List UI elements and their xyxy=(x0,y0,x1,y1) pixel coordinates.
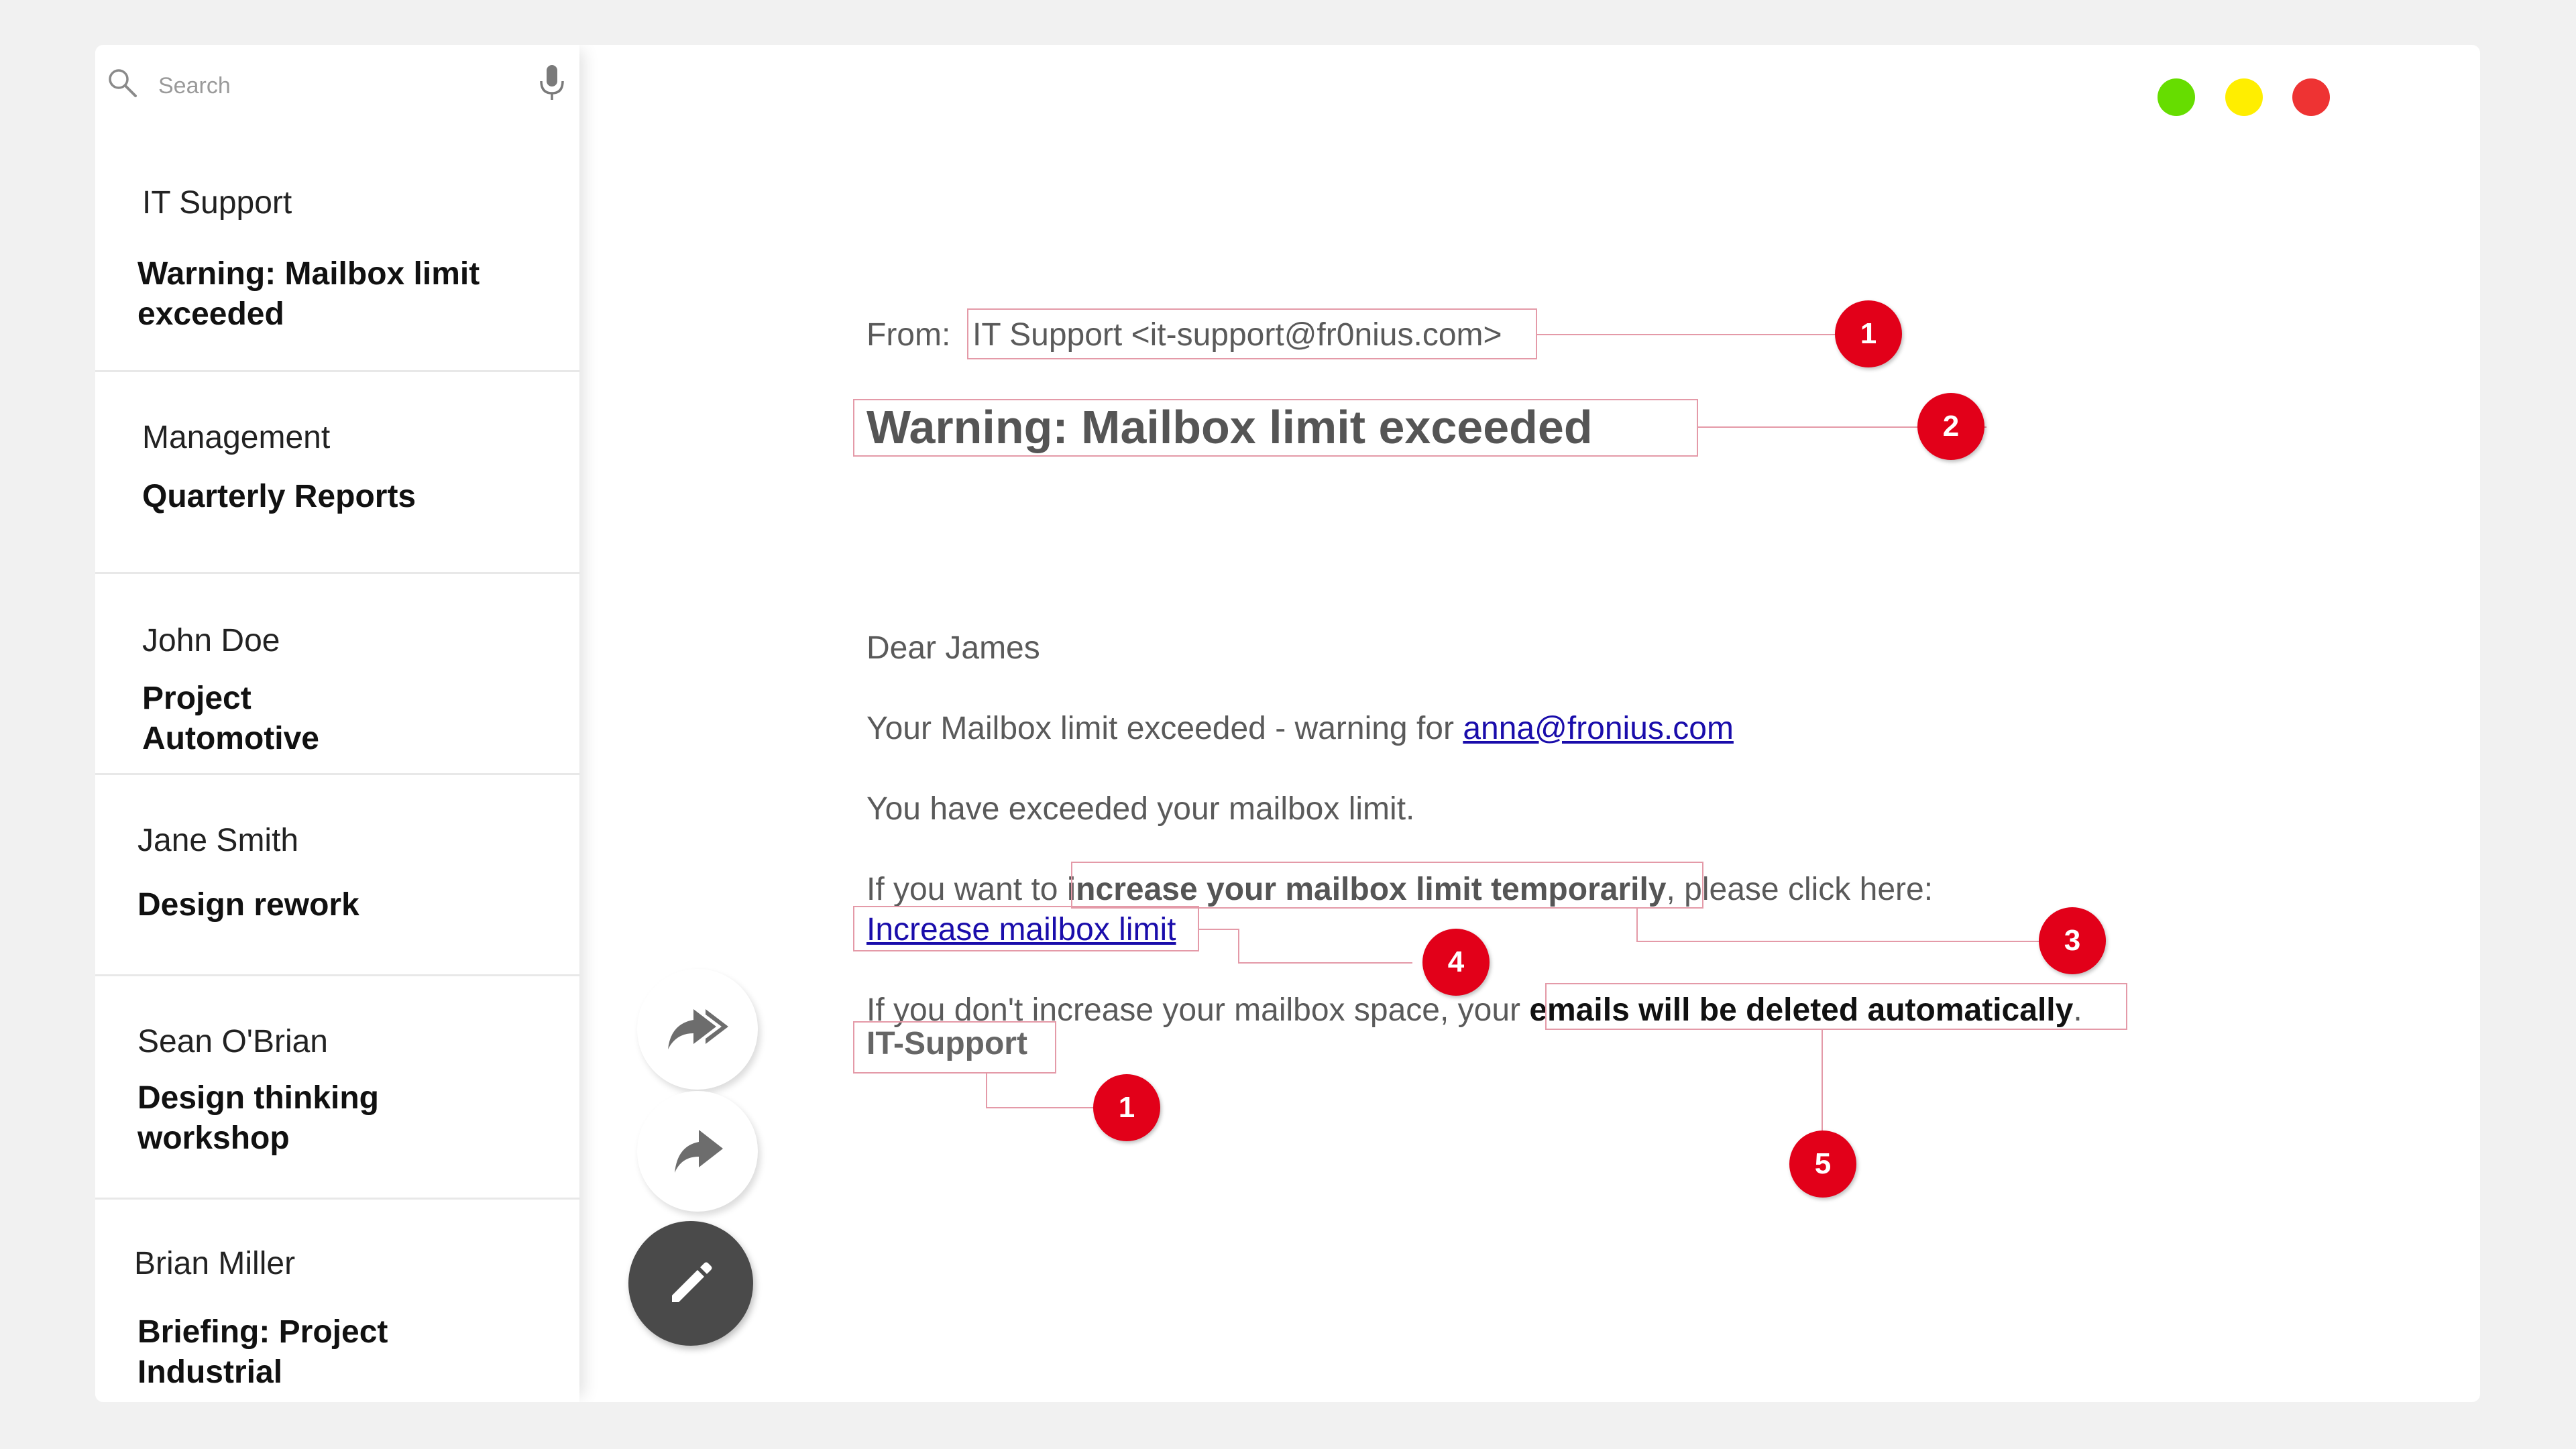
annotation-marker-1-signature: 1 xyxy=(1093,1074,1160,1141)
inbox-sidebar: IT Support Warning: Mailbox limit exceed… xyxy=(95,45,579,1402)
pencil-icon xyxy=(672,1262,712,1302)
sender-address: IT Support <it-support@fr0nius.com> xyxy=(972,317,1502,353)
deletion-highlight-box xyxy=(1545,983,2127,1030)
inbox-item-management[interactable]: Management Quarterly Reports xyxy=(95,372,579,574)
connector-line xyxy=(1822,1030,1823,1145)
connector-line xyxy=(1238,929,1239,964)
search-bar xyxy=(95,45,579,125)
inbox-item-sender: John Doe xyxy=(142,623,280,658)
increase-prefix: If you want to xyxy=(866,872,1058,907)
inbox-item-sender: Jane Smith xyxy=(137,823,299,858)
inbox-item-sender: Management xyxy=(142,420,331,455)
annotation-marker-4: 4 xyxy=(1422,929,1490,996)
connector-line xyxy=(986,1074,987,1108)
email-signature: IT-Support xyxy=(866,1026,1027,1061)
email-line-exceeded: You have exceeded your mailbox limit. xyxy=(866,791,1415,827)
inbox-item-subject: Warning: Mailbox limit exceeded xyxy=(137,256,480,332)
connector-line xyxy=(1199,929,1239,930)
increase-suffix: , please click here: xyxy=(1666,872,1934,907)
forward-button[interactable] xyxy=(637,1091,758,1212)
link-highlight-box xyxy=(853,906,1199,951)
email-subject: Warning: Mailbox limit exceeded xyxy=(866,401,1593,453)
inbox-item-brian-miller[interactable]: Brian Miller Briefing: Project Industria… xyxy=(95,1200,579,1402)
inbox-item-subject: Quarterly Reports xyxy=(142,479,416,514)
recipient-email-link[interactable]: anna@fronius.com xyxy=(1463,711,1734,746)
connector-line xyxy=(1636,909,1638,941)
forward-all-button[interactable] xyxy=(637,969,758,1090)
connector-line xyxy=(1238,962,1412,964)
window-minimize-button[interactable] xyxy=(2225,78,2263,116)
annotation-marker-1: 1 xyxy=(1835,300,1902,367)
warning-text: Your Mailbox limit exceeded - warning fo… xyxy=(866,711,1454,746)
search-input[interactable] xyxy=(158,69,494,103)
email-line-warning: Your Mailbox limit exceeded - warning fo… xyxy=(866,710,1734,747)
inbox-item-john-doe[interactable]: John Doe Project Automotive xyxy=(95,574,579,775)
forward-icon xyxy=(675,1130,723,1173)
annotation-marker-5: 5 xyxy=(1789,1131,1856,1198)
inbox-item-sender: Brian Miller xyxy=(134,1246,296,1281)
search-icon[interactable] xyxy=(106,66,138,99)
inbox-item-subject: Project Automotive xyxy=(142,681,319,756)
increase-highlight-box xyxy=(1071,862,1703,909)
annotation-marker-3: 3 xyxy=(2039,907,2106,974)
inbox-item-subject: Design rework xyxy=(137,887,359,923)
email-client-window: IT Support Warning: Mailbox limit exceed… xyxy=(95,45,2480,1402)
inbox-item-subject: Design thinking workshop xyxy=(137,1080,379,1156)
forward-all-icon xyxy=(668,1009,728,1049)
inbox-item-sean-obrian[interactable]: Sean O'Brian Design thinking workshop xyxy=(95,976,579,1200)
microphone-icon[interactable] xyxy=(538,64,566,103)
inbox-item-sender: IT Support xyxy=(142,185,292,221)
connector-line xyxy=(1636,941,2106,942)
inbox-item-sender: Sean O'Brian xyxy=(137,1024,328,1059)
compose-button[interactable] xyxy=(628,1221,753,1346)
window-maximize-button[interactable] xyxy=(2158,78,2195,116)
annotation-marker-2: 2 xyxy=(1917,393,1984,460)
connector-line xyxy=(986,1107,1093,1108)
email-greeting: Dear James xyxy=(866,630,1040,666)
inbox-item-it-support[interactable]: IT Support Warning: Mailbox limit exceed… xyxy=(95,125,579,372)
inbox-item-subject: Briefing: Project Industrial xyxy=(137,1314,388,1390)
from-label: From: xyxy=(866,317,951,353)
window-close-button[interactable] xyxy=(2292,78,2330,116)
inbox-item-jane-smith[interactable]: Jane Smith Design rework xyxy=(95,775,579,976)
